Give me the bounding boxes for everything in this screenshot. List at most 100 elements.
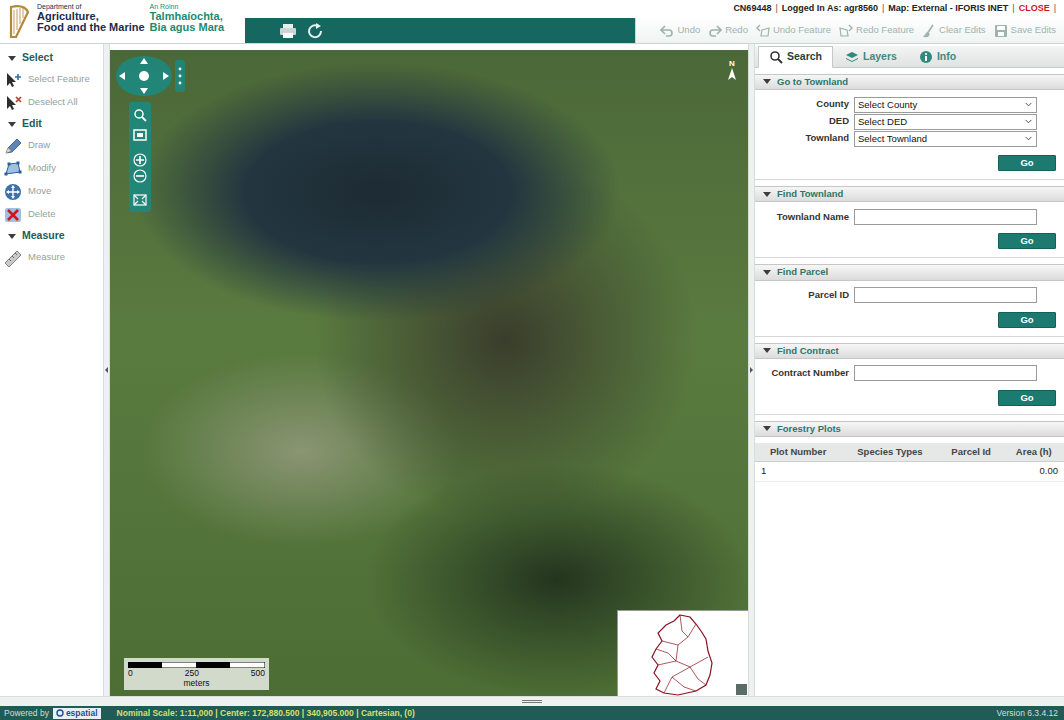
column-header[interactable]: Area (h) — [1004, 443, 1064, 462]
expand-arrow-icon[interactable] — [763, 426, 771, 431]
section-header[interactable]: Forestry Plots — [755, 421, 1064, 437]
tools-panel: SelectSelect FeatureDeselect AllEditDraw… — [0, 44, 103, 696]
tool-section-header[interactable]: Edit — [0, 114, 103, 134]
scale-bar: 0250500meters — [124, 658, 269, 690]
toolbar-button[interactable]: Undo Feature — [756, 23, 831, 37]
go-button[interactable]: Go — [998, 312, 1056, 328]
dropdown[interactable]: Select Townland — [854, 131, 1037, 147]
pan-control-icon[interactable] — [114, 54, 186, 98]
department-logo: Department ofAgriculture,Food and the Ma… — [0, 0, 245, 43]
collapse-right-icon[interactable] — [750, 367, 753, 373]
section-header[interactable]: Find Contract — [755, 343, 1064, 359]
undo-icon[interactable] — [660, 24, 674, 38]
column-header[interactable]: Species Types — [841, 443, 938, 462]
search-icon[interactable] — [769, 50, 783, 64]
table-row[interactable]: 10.00 — [755, 462, 1064, 481]
field-row: DEDSelect DED — [755, 113, 1064, 130]
expand-arrow-icon[interactable] — [8, 234, 16, 239]
tool-section-header[interactable]: Select — [0, 48, 103, 68]
table-body: 10.00 — [755, 462, 1064, 481]
delete-icon[interactable] — [3, 206, 23, 224]
refresh-icon[interactable] — [307, 23, 325, 39]
tool-item[interactable]: Delete — [0, 203, 103, 226]
info-icon[interactable] — [919, 50, 933, 64]
modify-icon[interactable] — [3, 160, 23, 178]
dropdown[interactable]: Select County — [854, 97, 1037, 113]
overview-map[interactable] — [617, 610, 748, 696]
panel-tab[interactable]: Search — [758, 46, 833, 68]
text-field[interactable] — [854, 287, 1037, 303]
toolbar-button[interactable]: Redo — [708, 23, 748, 37]
save-icon[interactable] — [994, 24, 1008, 38]
column-header[interactable]: Plot Number — [755, 443, 841, 462]
go-button[interactable]: Go — [998, 390, 1056, 406]
splitter-handle-icon[interactable] — [522, 700, 542, 703]
undo-feature-icon[interactable] — [756, 24, 770, 38]
draw-icon[interactable] — [3, 137, 23, 155]
edit-toolbar: Undo Redo Undo Feature Redo Feature Clear Ed… — [635, 18, 1064, 43]
section-title: Find Contract — [777, 344, 839, 358]
expand-arrow-icon[interactable] — [763, 79, 771, 84]
toolbar-button[interactable]: Save Edits — [994, 23, 1056, 37]
section-header[interactable]: Find Townland — [755, 186, 1064, 202]
text-field[interactable] — [854, 209, 1037, 225]
tool-item[interactable]: Move — [0, 180, 103, 203]
right-splitter[interactable] — [748, 44, 755, 696]
espatial-mark-icon — [56, 709, 64, 717]
redo-feature-icon[interactable] — [839, 24, 853, 38]
text-field[interactable] — [854, 365, 1037, 381]
map-tools-bar — [245, 18, 635, 43]
button-row: Go — [755, 304, 1064, 328]
panel-tab[interactable]: Info — [909, 47, 966, 67]
go-button[interactable]: Go — [998, 233, 1056, 249]
tool-item[interactable]: Measure — [0, 246, 103, 269]
tool-item[interactable]: Modify — [0, 157, 103, 180]
measure-icon[interactable] — [3, 249, 23, 267]
plots-table: Plot NumberSpecies TypesParcel IdArea (h… — [755, 443, 1064, 482]
left-splitter[interactable] — [103, 44, 110, 696]
toolbar-button[interactable]: Clear Edits — [922, 23, 985, 37]
user-info: Logged In As: agr8560 — [782, 2, 878, 16]
layers-icon[interactable] — [845, 50, 859, 64]
expand-arrow-icon[interactable] — [8, 122, 16, 127]
dropdown[interactable]: Select DED — [854, 114, 1037, 130]
tool-item[interactable]: Select Feature — [0, 68, 103, 91]
expand-arrow-icon[interactable] — [763, 348, 771, 353]
expand-arrow-icon[interactable] — [8, 56, 16, 61]
expand-arrow-icon[interactable] — [763, 270, 771, 275]
tool-item[interactable]: Deselect All — [0, 91, 103, 114]
collapse-left-icon[interactable] — [105, 367, 108, 373]
section-header[interactable]: Go to Townland — [755, 74, 1064, 90]
toggle-overview-button[interactable] — [736, 684, 747, 695]
deselect-all-icon[interactable] — [3, 94, 23, 112]
expand-arrow-icon[interactable] — [763, 192, 771, 197]
zoom-tools-icon[interactable] — [129, 102, 151, 212]
clear-edits-icon[interactable] — [922, 24, 936, 38]
close-link[interactable]: CLOSE — [1019, 2, 1050, 16]
bottom-splitter[interactable] — [0, 696, 1064, 706]
toolbar-button[interactable]: Undo — [660, 23, 700, 37]
field-row: Contract Number — [755, 365, 1064, 382]
tool-section-header[interactable]: Measure — [0, 226, 103, 246]
toolbar-button[interactable]: Redo Feature — [839, 23, 914, 37]
move-icon[interactable] — [3, 183, 23, 201]
column-header[interactable]: Parcel Id — [939, 443, 1004, 462]
separator: | — [882, 2, 884, 16]
panel-tab[interactable]: Layers — [835, 47, 907, 67]
panel-tabs: Search Layers Info — [755, 46, 1064, 68]
search-section: Find Contract Contract Number Go — [755, 343, 1064, 415]
field-label: Townland Name — [759, 210, 854, 224]
toolbar-label: Undo — [677, 23, 700, 37]
tool-item[interactable]: Draw — [0, 134, 103, 157]
aerial-map[interactable]: N0250500meters — [110, 50, 748, 696]
search-section: Find ParcelParcel IDGo — [755, 264, 1064, 336]
brand-name: espatial — [66, 708, 98, 719]
go-button[interactable]: Go — [998, 155, 1056, 171]
redo-icon[interactable] — [708, 24, 722, 38]
search-panel: SearchLayersInfoGo to TownlandCountySele… — [755, 44, 1064, 696]
print-icon[interactable] — [279, 23, 297, 39]
select-feature-icon[interactable] — [3, 71, 23, 89]
app-header: Department ofAgriculture,Food and the Ma… — [0, 0, 1064, 44]
section-header[interactable]: Find Parcel — [755, 264, 1064, 280]
tab-label: Layers — [863, 49, 897, 65]
